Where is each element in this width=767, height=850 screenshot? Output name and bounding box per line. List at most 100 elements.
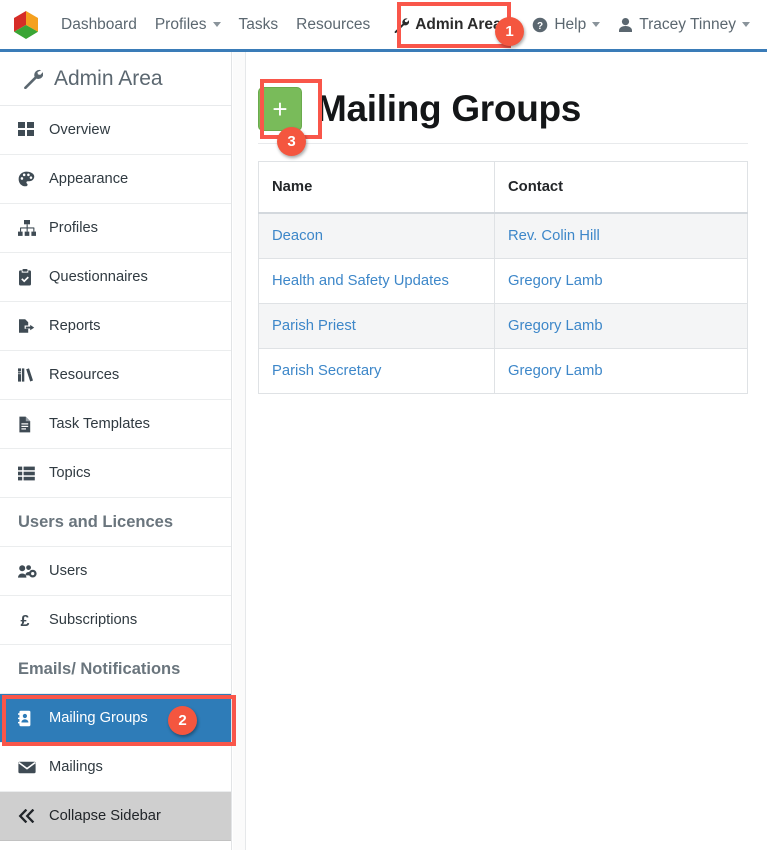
sidebar-item-label: Subscriptions: [49, 612, 138, 628]
address-book-icon: [18, 710, 40, 727]
admin-sidebar: Admin Area Overview Appearance Profiles …: [0, 52, 232, 850]
table-row: Parish Priest Gregory Lamb: [258, 303, 748, 349]
mailing-group-link[interactable]: Parish Secretary: [272, 363, 381, 379]
nav-item-tasks[interactable]: Tasks: [230, 0, 288, 49]
table-header-row: Name Contact: [258, 161, 748, 214]
sidebar-item-label: Reports: [49, 318, 101, 334]
contact-link[interactable]: Rev. Colin Hill: [508, 228, 600, 244]
nav-item-label: Dashboard: [61, 16, 137, 33]
chevrons-left-icon: [18, 809, 40, 823]
sidebar-group-label: Users and Licences: [18, 512, 173, 531]
pound-sign-icon: £: [18, 612, 40, 629]
sidebar-item-task-templates[interactable]: Task Templates: [0, 400, 231, 449]
sidebar-item-label: Topics: [49, 465, 91, 481]
svg-text:£: £: [21, 613, 30, 629]
users-gear-icon: [18, 564, 40, 579]
mailing-group-link[interactable]: Health and Safety Updates: [272, 273, 449, 289]
nav-item-label: Admin Area: [415, 16, 502, 33]
help-circle-icon: ?: [532, 17, 548, 33]
table-body: Deacon Rev. Colin Hill Health and Safety…: [258, 212, 748, 394]
sidebar-item-resources[interactable]: Resources: [0, 351, 231, 400]
chevron-down-icon: [592, 22, 601, 27]
file-lines-icon: [18, 416, 40, 433]
palette-icon: [18, 171, 40, 188]
mailing-group-link[interactable]: Deacon: [272, 228, 323, 244]
header-divider: [258, 143, 748, 144]
chevron-down-icon: [212, 22, 221, 27]
cell-contact: Gregory Lamb: [494, 303, 748, 349]
mailing-groups-table: Name Contact Deacon Rev. Colin Hill Heal…: [258, 161, 748, 394]
clipboard-check-icon: [18, 268, 40, 286]
sidebar-header-label: Admin Area: [54, 66, 163, 90]
envelope-icon: [18, 761, 40, 774]
nav-item-dashboard[interactable]: Dashboard: [52, 0, 146, 49]
nav-links: Dashboard Profiles Tasks Resources Admin…: [52, 0, 516, 49]
table-row: Health and Safety Updates Gregory Lamb: [258, 258, 748, 304]
annotation-badge-2: 2: [168, 706, 197, 735]
nav-item-label: Tasks: [238, 16, 279, 33]
sidebar-item-label: Mailings: [49, 759, 103, 775]
list-icon: [18, 466, 40, 481]
nav-item-resources[interactable]: Resources: [287, 0, 379, 49]
contact-link[interactable]: Gregory Lamb: [508, 363, 603, 379]
cell-name: Parish Secretary: [258, 348, 495, 394]
column-header-contact[interactable]: Contact: [494, 161, 748, 214]
table-row: Deacon Rev. Colin Hill: [258, 212, 748, 259]
sidebar-item-mailings[interactable]: Mailings: [0, 743, 231, 792]
sidebar-header: Admin Area: [0, 52, 231, 106]
sidebar-group-emails-notifications: Emails/ Notifications: [0, 645, 231, 694]
cell-contact: Rev. Colin Hill: [494, 212, 748, 259]
sidebar-item-label: Resources: [49, 367, 120, 383]
sidebar-item-questionnaires[interactable]: Questionnaires: [0, 253, 231, 302]
cell-name: Parish Priest: [258, 303, 495, 349]
sidebar-item-appearance[interactable]: Appearance: [0, 155, 231, 204]
sidebar-item-label: Questionnaires: [49, 269, 148, 285]
mailing-group-link[interactable]: Parish Priest: [272, 318, 356, 334]
sidebar-item-label: Appearance: [49, 171, 129, 187]
file-export-icon: [18, 318, 40, 335]
sidebar-item-topics[interactable]: Topics: [0, 449, 231, 498]
annotation-badge-1: 1: [495, 17, 524, 46]
sidebar-gutter: [233, 52, 246, 850]
add-mailing-group-button[interactable]: +: [258, 87, 302, 131]
nav-item-profiles[interactable]: Profiles: [146, 0, 230, 49]
cell-name: Deacon: [258, 212, 495, 259]
cell-contact: Gregory Lamb: [494, 258, 748, 304]
cell-contact: Gregory Lamb: [494, 348, 748, 394]
user-icon: [618, 17, 633, 33]
wrench-icon: [22, 68, 43, 89]
sidebar-item-overview[interactable]: Overview: [0, 106, 231, 155]
sidebar-item-profiles[interactable]: Profiles: [0, 204, 231, 253]
column-header-name[interactable]: Name: [258, 161, 495, 214]
grid-icon: [18, 122, 40, 138]
contact-link[interactable]: Gregory Lamb: [508, 273, 603, 289]
sidebar-item-label: Profiles: [49, 220, 98, 236]
top-navbar: Dashboard Profiles Tasks Resources Admin…: [0, 0, 767, 52]
page-title: Mailing Groups: [316, 88, 582, 129]
brand-logo[interactable]: [0, 0, 52, 51]
table-row: Parish Secretary Gregory Lamb: [258, 348, 748, 394]
sidebar-item-reports[interactable]: Reports: [0, 302, 231, 351]
nav-right-group: ? Help Tracey Tinney: [523, 0, 767, 49]
nav-item-label: Help: [554, 16, 587, 33]
table-head: Name Contact: [258, 161, 748, 214]
sidebar-item-label: Mailing Groups: [49, 710, 148, 726]
nav-item-admin-area[interactable]: Admin Area: [379, 0, 515, 49]
annotation-badge-3: 3: [277, 127, 306, 156]
nav-item-user-menu[interactable]: Tracey Tinney: [609, 0, 759, 49]
books-icon: [18, 367, 40, 383]
sidebar-group-users-and-licences: Users and Licences: [0, 498, 231, 547]
sidebar-item-subscriptions[interactable]: £ Subscriptions: [0, 596, 231, 645]
main-content: + Mailing Groups Name Contact Deacon Rev…: [247, 52, 767, 850]
page-header: + Mailing Groups: [247, 52, 767, 143]
nav-item-label: Profiles: [154, 16, 207, 33]
sidebar-item-collapse-sidebar[interactable]: Collapse Sidebar: [0, 792, 231, 841]
sidebar-item-label: Overview: [49, 122, 111, 138]
sidebar-item-users[interactable]: Users: [0, 547, 231, 596]
svg-text:?: ?: [537, 21, 543, 32]
nav-item-help[interactable]: ? Help: [523, 0, 609, 49]
cell-name: Health and Safety Updates: [258, 258, 495, 304]
cube-logo-icon: [13, 9, 39, 40]
sidebar-item-label: Users: [49, 563, 88, 579]
contact-link[interactable]: Gregory Lamb: [508, 318, 603, 334]
